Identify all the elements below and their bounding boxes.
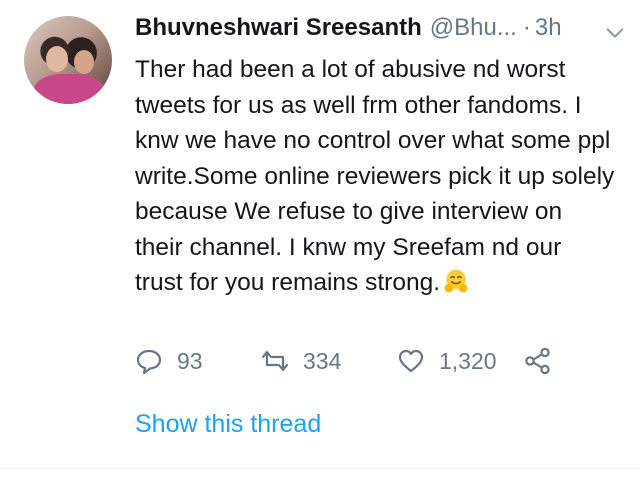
heart-outline-icon: [398, 349, 424, 373]
avatar-shirt: [34, 74, 104, 104]
like-button[interactable]: 1,320: [397, 343, 497, 379]
divider: [0, 468, 640, 469]
share-nodes-icon: [525, 347, 550, 375]
retweet-arrows-icon: [261, 350, 289, 372]
retweet-count: 334: [303, 347, 342, 374]
like-count: 1,320: [439, 347, 497, 374]
reply-count: 93: [177, 347, 203, 374]
speech-bubble-icon: [136, 349, 162, 375]
tweet-text-block: Ther had been a lot of abusive nd worst …: [135, 52, 615, 301]
share-button[interactable]: [524, 343, 552, 379]
tweet-text: Ther had been a lot of abusive nd worst …: [135, 56, 615, 296]
author-handle[interactable]: @Bhu...: [430, 14, 517, 41]
chevron-down-icon[interactable]: [604, 22, 626, 44]
header-separator: ·: [522, 14, 531, 41]
tweet-timestamp[interactable]: 3h: [535, 14, 562, 41]
reply-button[interactable]: 93: [135, 343, 203, 379]
tweet-header: Bhuvneshwari Sreesanth @Bhu... · 3h: [135, 14, 630, 48]
author-name[interactable]: Bhuvneshwari Sreesanth: [135, 14, 422, 41]
hugging-face-emoji-icon: [444, 269, 468, 293]
avatar[interactable]: [24, 16, 112, 104]
retweet-button[interactable]: 334: [261, 343, 341, 379]
show-thread-link[interactable]: Show this thread: [135, 410, 321, 439]
avatar-face-left: [46, 46, 68, 72]
avatar-face-right: [74, 50, 94, 74]
